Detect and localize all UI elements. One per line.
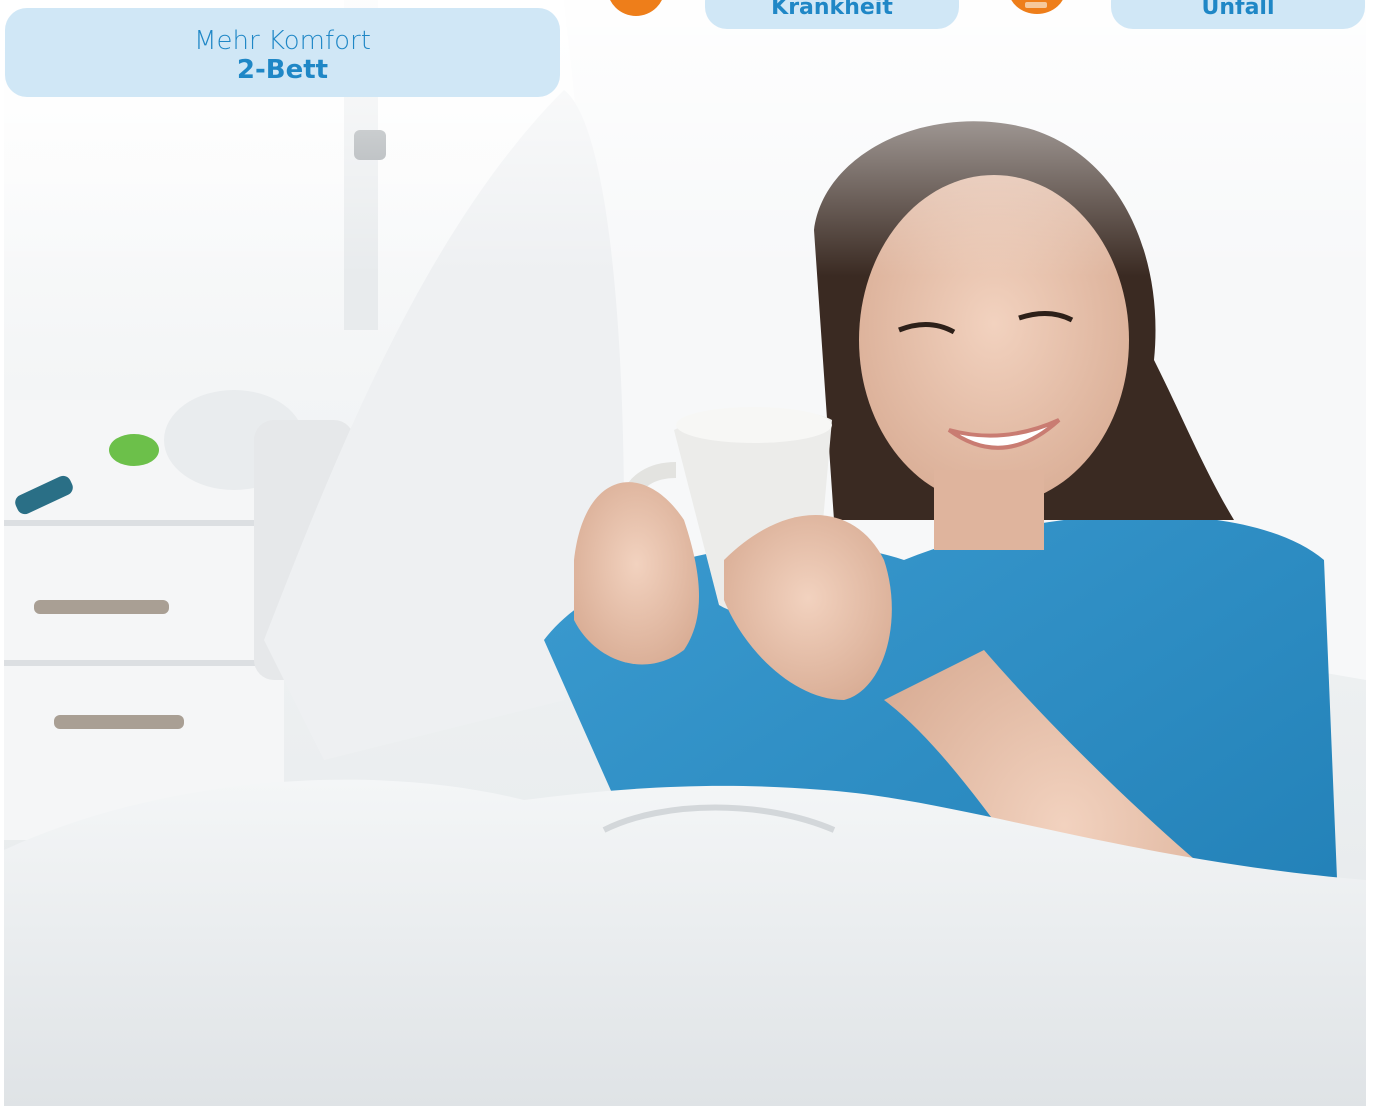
comfort-option-card[interactable]: Mehr Komfort 2-Bett (5, 8, 560, 97)
accident-option-label: Unfall (1201, 0, 1275, 20)
accident-option-card[interactable]: Unfall (1111, 0, 1365, 29)
comfort-option-title: 2-Bett (236, 55, 329, 85)
hospital-patient-photo (4, 0, 1366, 1106)
illness-option-card[interactable]: Krankheit (705, 0, 959, 29)
illness-option-label: Krankheit (771, 0, 893, 20)
comfort-option-subtitle: Mehr Komfort (194, 26, 371, 56)
